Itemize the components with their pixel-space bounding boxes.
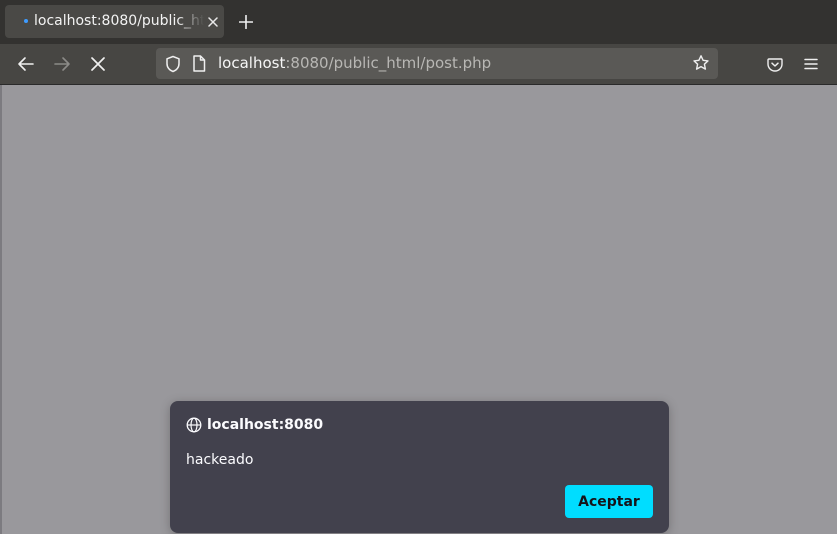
- new-tab-plus-icon[interactable]: [236, 12, 256, 32]
- tracking-shield-icon[interactable]: [164, 55, 182, 73]
- back-arrow-icon[interactable]: [15, 53, 37, 75]
- stop-x-icon[interactable]: [87, 53, 109, 75]
- alert-dialog: localhost:8080 hackeado Aceptar: [170, 401, 669, 533]
- dialog-origin: localhost:8080: [186, 417, 323, 433]
- hamburger-menu-icon[interactable]: [800, 53, 822, 75]
- url-host: localhost: [218, 54, 286, 72]
- dialog-ok-button[interactable]: Aceptar: [565, 485, 653, 518]
- tab-title: localhost:8080/public_html/post.php: [34, 13, 204, 29]
- tab-close-icon[interactable]: [205, 14, 221, 30]
- tab-strip: localhost:8080/public_html/post.php: [0, 0, 837, 44]
- url-text[interactable]: localhost:8080/public_html/post.php: [218, 54, 491, 72]
- page-icon[interactable]: [192, 55, 208, 73]
- url-path: :8080/public_html/post.php: [285, 54, 492, 72]
- tab-loading-indicator: [24, 19, 28, 23]
- tab-active[interactable]: localhost:8080/public_html/post.php: [5, 5, 224, 38]
- dialog-message: hackeado: [186, 452, 254, 468]
- url-bar[interactable]: localhost:8080/public_html/post.php: [156, 48, 718, 79]
- dialog-origin-text: localhost:8080: [207, 417, 324, 433]
- browser-window: localhost:8080/public_html/post.php: [0, 0, 837, 534]
- pocket-icon[interactable]: [764, 53, 786, 75]
- navigation-toolbar: localhost:8080/public_html/post.php: [0, 44, 837, 85]
- globe-icon: [186, 417, 202, 433]
- bookmark-star-icon[interactable]: [692, 54, 710, 72]
- forward-arrow-icon[interactable]: [51, 53, 73, 75]
